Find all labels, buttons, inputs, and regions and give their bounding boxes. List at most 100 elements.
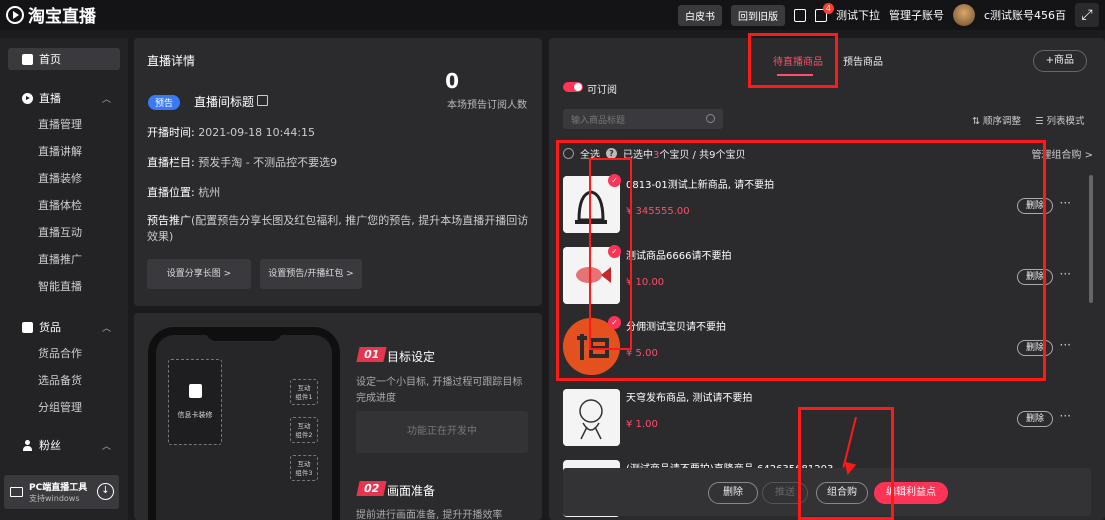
info-card-label: 信息卡装修 [177, 411, 213, 419]
interaction-component-3[interactable]: 互动 组件3 [290, 455, 318, 481]
share-poster-button[interactable]: 设置分享长图 > [147, 259, 251, 289]
sidebar-item-label: 首页 [39, 53, 61, 66]
sidebar-group-goods[interactable]: 货品 ︿ [22, 319, 111, 335]
selected-check-icon[interactable]: ✓ [608, 245, 621, 258]
sidebar-group-label: 直播 [39, 92, 61, 105]
pc-tool-title: PC端直播工具 [29, 483, 88, 493]
live-logo-icon [6, 5, 24, 24]
sidebar-item-goods-select[interactable]: 选品备货 [38, 372, 82, 388]
whitepaper-button[interactable]: 白皮书 [677, 4, 722, 26]
interaction-component-1[interactable]: 互动 组件1 [290, 379, 318, 405]
sub-account-link[interactable]: 管理子账号 [889, 7, 944, 23]
step-2-title: 画面准备 [387, 484, 436, 498]
sidebar-item-live-promo[interactable]: 直播推广 [38, 251, 82, 267]
edit-icon[interactable] [257, 95, 268, 106]
product-image [563, 389, 620, 446]
sidebar-item-group-manage[interactable]: 分组管理 [38, 399, 82, 415]
delete-product-button[interactable]: 删除 [1016, 269, 1053, 285]
bulk-action-bar: 删除 推送 组合购 编辑利益点 [563, 468, 1091, 516]
help-icon[interactable]: ? [606, 148, 617, 159]
sidebar-item-live-manage[interactable]: 直播管理 [38, 116, 82, 132]
product-row[interactable]: ✓ 0813-01测试上新商品, 请不要拍 ¥ 345555.00 删除 ··· [563, 174, 1083, 246]
sidebar-group-live[interactable]: 直播 ︿ [22, 90, 111, 106]
sidebar-item-live-explain[interactable]: 直播讲解 [38, 143, 82, 159]
manage-combo-link[interactable]: 管理组合购 > [1031, 146, 1093, 161]
old-version-button[interactable]: 回到旧版 [730, 4, 785, 26]
location-value: 杭州 [198, 186, 221, 199]
sidebar-item-home[interactable]: 首页 [8, 48, 120, 70]
start-time-label: 开播时间: [147, 126, 195, 139]
phone-preview: 信息卡装修 互动 组件1 互动 组件2 互动 组件3 [148, 327, 340, 520]
taobao-live-logo[interactable]: 淘宝直播 [6, 2, 96, 27]
subscribable-toggle[interactable] [563, 82, 583, 92]
more-icon[interactable]: ··· [1060, 267, 1071, 281]
test-dropdown[interactable]: 测试下拉 [836, 7, 880, 23]
product-name: 测试商品6666请不要拍 [626, 251, 732, 262]
more-icon[interactable]: ··· [1060, 409, 1071, 423]
step-1-desc: 设定一个小目标, 开播过程可跟踪目标完成进度 [356, 377, 523, 404]
more-icon[interactable]: ··· [1060, 338, 1071, 352]
combo-button[interactable]: 组合购 [816, 482, 868, 504]
scrollbar[interactable] [1089, 175, 1093, 303]
bulk-delete-button[interactable]: 删除 [708, 482, 758, 504]
cartoon-product-icon [563, 389, 620, 446]
sidebar-item-live-interact[interactable]: 直播互动 [38, 224, 82, 240]
select-all-checkbox[interactable] [563, 148, 574, 159]
selected-check-icon[interactable]: ✓ [608, 174, 621, 187]
component-label: 互动 组件1 [295, 384, 313, 401]
chevron-up-icon: ︿ [102, 441, 112, 452]
step-2-badge: 02 [356, 481, 387, 496]
product-price: ¥ 345555.00 [626, 206, 690, 217]
push-button[interactable]: 推送 [762, 482, 808, 504]
redpacket-button[interactable]: 设置预告/开播红包 > [260, 259, 362, 289]
promo-label: 预告推广 [147, 214, 191, 227]
products-panel: 待直播商品 预告商品 +商品 可订阅 输入商品标题 ⇅ 顺序调整 ☰ 列表模式 … [549, 38, 1105, 520]
selected-check-icon[interactable]: ✓ [608, 316, 621, 329]
sidebar-group-fans[interactable]: 粉丝 ︿ [22, 437, 111, 453]
selection-row: 全选 ? 已选中3个宝贝 / 共9个宝贝 [563, 146, 745, 161]
sidebar: 首页 直播 ︿ 直播管理 直播讲解 直播装修 直播体检 直播互动 直播推广 智能… [0, 38, 128, 520]
order-adjust-button[interactable]: ⇅ 顺序调整 [972, 113, 1021, 127]
search-icon[interactable] [706, 114, 715, 123]
column-row: 直播栏目: 预发手淘 - 不测品控不要选9 [147, 154, 337, 170]
sidebar-item-goods-coop[interactable]: 货品合作 [38, 345, 82, 361]
goods-icon [22, 321, 33, 333]
subscribable-label: 可订阅 [587, 85, 617, 96]
avatar[interactable] [952, 4, 975, 26]
delete-product-button[interactable]: 删除 [1016, 411, 1053, 427]
add-product-button[interactable]: +商品 [1032, 50, 1087, 72]
fans-icon [22, 439, 33, 451]
document-icon[interactable] [793, 8, 806, 22]
component-label: 互动 组件2 [295, 422, 313, 439]
sidebar-item-live-decor[interactable]: 直播装修 [38, 170, 82, 186]
live-guide-card: 信息卡装修 互动 组件1 互动 组件2 互动 组件3 01 目标设定 设定一个小… [134, 313, 542, 520]
product-row[interactable]: ✓ 测试商品6666请不要拍 ¥ 10.00 删除 ··· [563, 245, 1083, 317]
product-search-input[interactable]: 输入商品标题 [563, 109, 723, 129]
delete-product-button[interactable]: 删除 [1016, 340, 1053, 356]
sidebar-group-label: 货品 [39, 321, 61, 334]
chevron-up-icon: ︿ [102, 323, 112, 334]
list-mode-button[interactable]: ☰ 列表模式 [1035, 113, 1085, 127]
product-row[interactable]: 天穹发布商品, 测试请不要拍 ¥ 1.00 删除 ··· [563, 389, 1083, 459]
live-room-title: 直播间标题 [194, 95, 255, 109]
account-name[interactable]: c测试账号456百 [984, 7, 1066, 23]
download-icon[interactable]: ↓ [97, 483, 114, 500]
fullscreen-icon[interactable]: ⤢ [1075, 3, 1099, 27]
document-icon [188, 384, 202, 398]
sidebar-item-smart-live[interactable]: 智能直播 [38, 278, 82, 294]
message-icon[interactable]: 4 [814, 2, 834, 22]
more-icon[interactable]: ··· [1060, 196, 1071, 210]
pc-tool-subtitle: 支持windows [29, 494, 80, 503]
pc-live-tool-banner[interactable]: PC端直播工具 支持windows ↓ [4, 475, 119, 509]
edit-benefit-button[interactable]: 编辑利益点 [874, 482, 948, 504]
tab-preview-products[interactable]: 预告商品 [843, 53, 883, 68]
delete-product-button[interactable]: 删除 [1016, 198, 1053, 214]
monitor-icon [10, 487, 23, 497]
step-1-title: 目标设定 [387, 350, 436, 364]
select-all-label[interactable]: 全选 [580, 146, 600, 161]
interaction-component-2[interactable]: 互动 组件2 [290, 417, 318, 443]
sidebar-item-live-check[interactable]: 直播体检 [38, 197, 82, 213]
info-card-decor[interactable]: 信息卡装修 [168, 359, 222, 445]
tab-pending-products[interactable]: 待直播商品 [773, 53, 823, 76]
product-row[interactable]: ✓ 分佣测试宝贝请不要拍 ¥ 5.00 删除 ··· [563, 316, 1083, 388]
